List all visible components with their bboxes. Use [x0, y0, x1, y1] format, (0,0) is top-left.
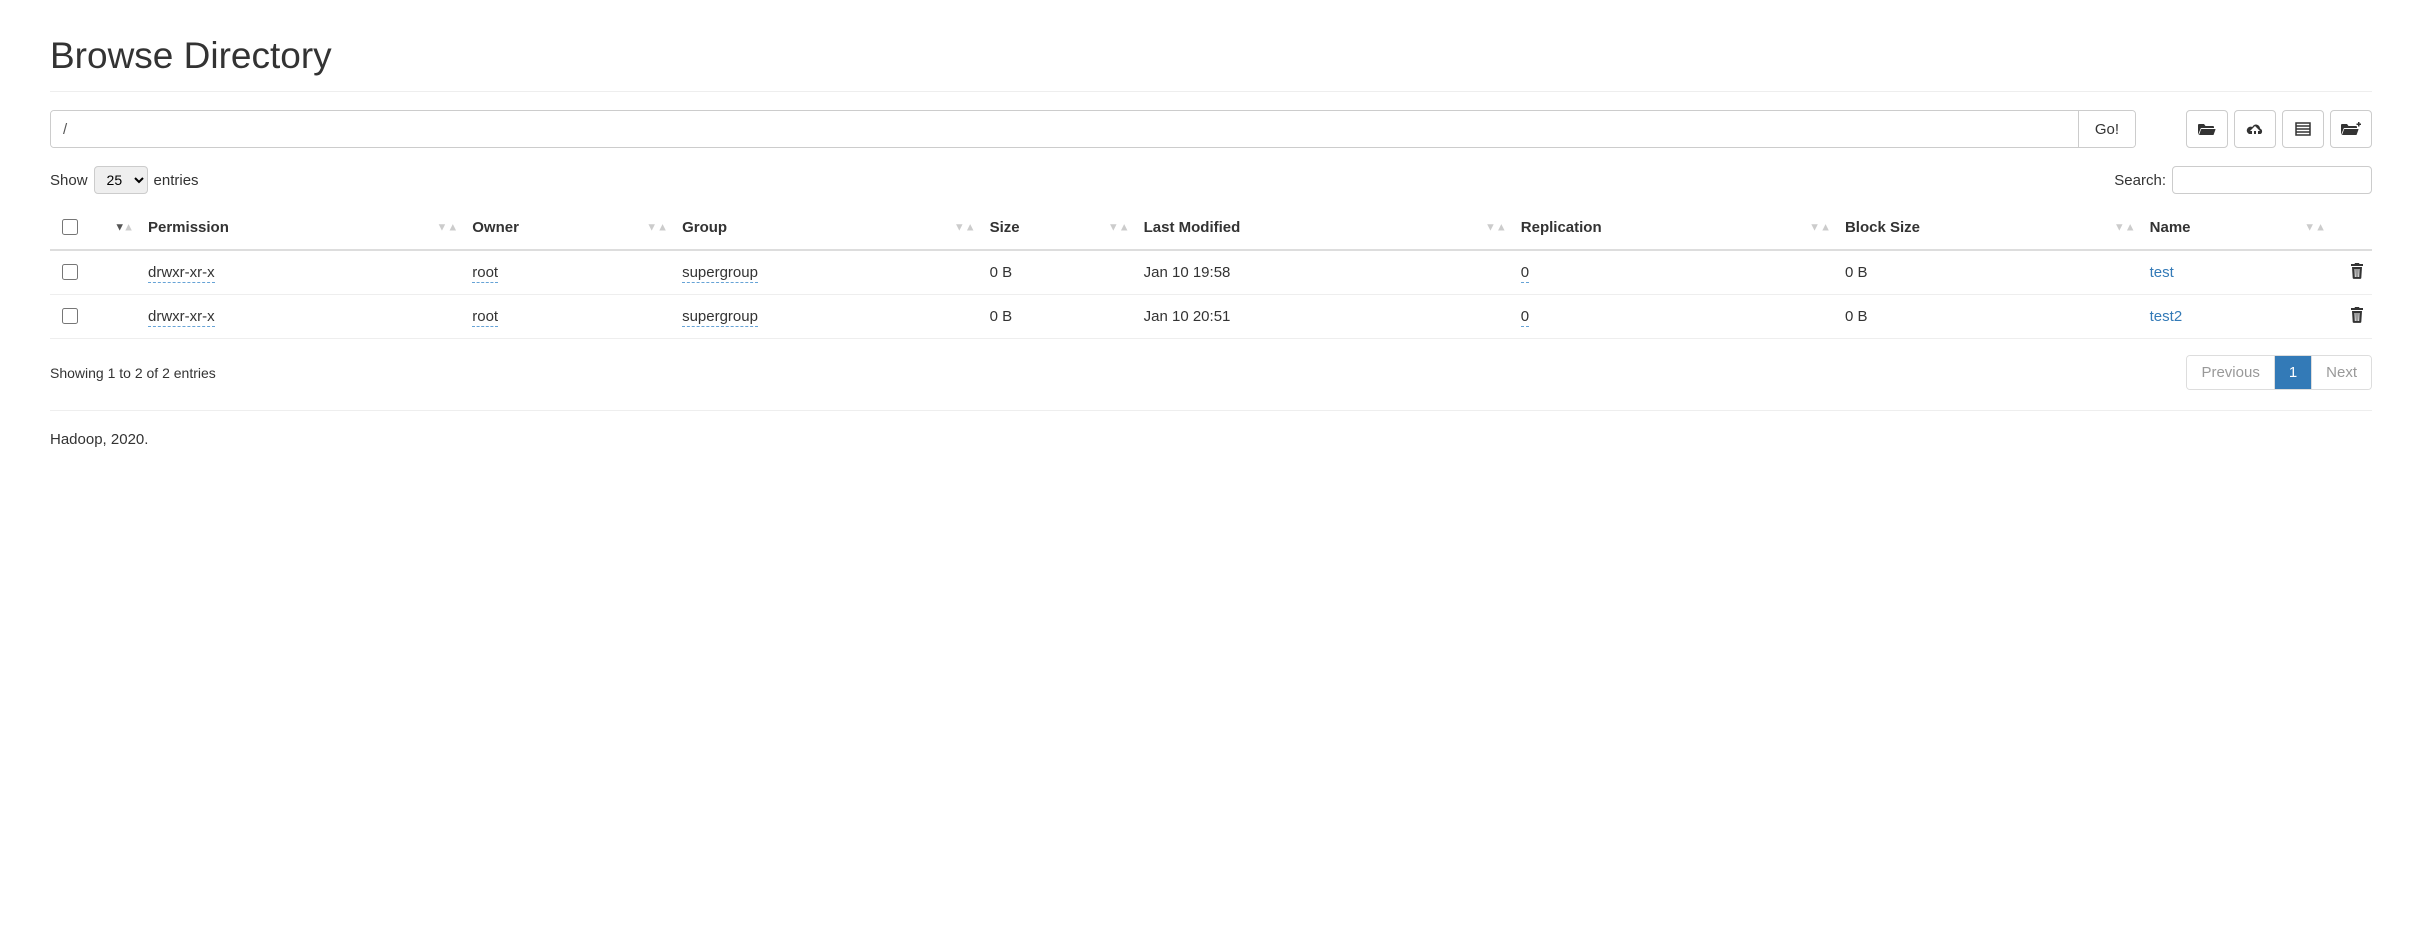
- pagination: Previous 1 Next: [2186, 355, 2372, 390]
- block-size-value: 0 B: [1845, 308, 1868, 325]
- row-checkbox[interactable]: [62, 264, 78, 280]
- open-folder-button[interactable]: [2186, 110, 2228, 148]
- sort-icon: ▼▲: [2304, 224, 2326, 231]
- sort-icon: ▼▲: [1809, 224, 1831, 231]
- page-title: Browse Directory: [50, 35, 2372, 77]
- show-label-post: entries: [154, 172, 199, 189]
- trash-icon: [2350, 307, 2364, 323]
- group-value[interactable]: supergroup: [682, 308, 758, 327]
- column-size[interactable]: Size ▼▲: [982, 206, 1136, 250]
- block-size-value: 0 B: [1845, 264, 1868, 281]
- name-link[interactable]: test: [2150, 264, 2174, 281]
- column-permission[interactable]: Permission ▼▲: [140, 206, 464, 250]
- column-group[interactable]: Group ▼▲: [674, 206, 982, 250]
- entries-select[interactable]: 25: [94, 166, 148, 194]
- footer-separator: [50, 410, 2372, 411]
- replication-value[interactable]: 0: [1521, 308, 1529, 327]
- header-separator: [50, 91, 2372, 92]
- column-label: Size: [990, 219, 1020, 236]
- search-input[interactable]: [2172, 166, 2372, 194]
- list-button[interactable]: [2282, 110, 2324, 148]
- sort-icon: ▼▲: [1485, 224, 1507, 231]
- column-last-modified[interactable]: Last Modified ▼▲: [1136, 206, 1513, 250]
- search-label: Search:: [2114, 172, 2166, 189]
- pagination-previous[interactable]: Previous: [2187, 356, 2274, 389]
- replication-value[interactable]: 0: [1521, 264, 1529, 283]
- table-row: drwxr-xr-x root supergroup 0 B Jan 10 20:51 0…: [50, 295, 2372, 339]
- size-value: 0 B: [990, 264, 1013, 281]
- column-label: Replication: [1521, 219, 1602, 236]
- go-button[interactable]: Go!: [2078, 111, 2135, 147]
- path-input-group: Go!: [50, 110, 2136, 148]
- trash-icon: [2350, 263, 2364, 279]
- path-input[interactable]: [51, 111, 2078, 147]
- column-label: Block Size: [1845, 219, 1920, 236]
- list-icon: [2295, 122, 2311, 136]
- owner-value[interactable]: root: [472, 308, 498, 327]
- permission-value[interactable]: drwxr-xr-x: [148, 264, 215, 283]
- select-all-checkbox[interactable]: [62, 219, 78, 235]
- name-link[interactable]: test2: [2150, 308, 2183, 325]
- column-owner[interactable]: Owner ▼▲: [464, 206, 674, 250]
- column-label: Permission: [148, 219, 229, 236]
- show-label-pre: Show: [50, 172, 88, 189]
- file-table: ▼▲ Permission ▼▲ Owner ▼▲ Group ▼▲ Size …: [50, 206, 2372, 339]
- pagination-page-1[interactable]: 1: [2275, 356, 2312, 389]
- new-folder-button[interactable]: [2330, 110, 2372, 148]
- permission-value[interactable]: drwxr-xr-x: [148, 308, 215, 327]
- upload-button[interactable]: [2234, 110, 2276, 148]
- sort-icon: ▼▲: [1108, 224, 1130, 231]
- column-sort-indicator[interactable]: ▼▲: [100, 206, 140, 250]
- owner-value[interactable]: root: [472, 264, 498, 283]
- sort-icon: ▼▲: [2114, 224, 2136, 231]
- pagination-next[interactable]: Next: [2312, 356, 2371, 389]
- column-block-size[interactable]: Block Size ▼▲: [1837, 206, 2142, 250]
- column-label: Name: [2150, 219, 2191, 236]
- new-folder-icon: [2341, 122, 2361, 136]
- folder-open-icon: [2198, 122, 2216, 136]
- sort-icon: ▼▲: [436, 224, 458, 231]
- sort-icon: ▼▲: [954, 224, 976, 231]
- table-row: drwxr-xr-x root supergroup 0 B Jan 10 19:58 0…: [50, 250, 2372, 295]
- table-info: Showing 1 to 2 of 2 entries: [50, 365, 216, 381]
- column-label: Last Modified: [1144, 219, 1241, 236]
- group-value[interactable]: supergroup: [682, 264, 758, 283]
- row-checkbox[interactable]: [62, 308, 78, 324]
- column-label: Owner: [472, 219, 519, 236]
- size-value: 0 B: [990, 308, 1013, 325]
- last-modified-value: Jan 10 19:58: [1144, 264, 1231, 281]
- last-modified-value: Jan 10 20:51: [1144, 308, 1231, 325]
- sort-icon: ▼▲: [114, 224, 134, 231]
- column-name[interactable]: Name ▼▲: [2142, 206, 2332, 250]
- delete-button[interactable]: [2350, 307, 2364, 323]
- column-replication[interactable]: Replication ▼▲: [1513, 206, 1837, 250]
- sort-icon: ▼▲: [646, 224, 668, 231]
- column-label: Group: [682, 219, 727, 236]
- upload-icon: [2246, 122, 2264, 136]
- delete-button[interactable]: [2350, 263, 2364, 279]
- footer-text: Hadoop, 2020.: [50, 431, 2372, 448]
